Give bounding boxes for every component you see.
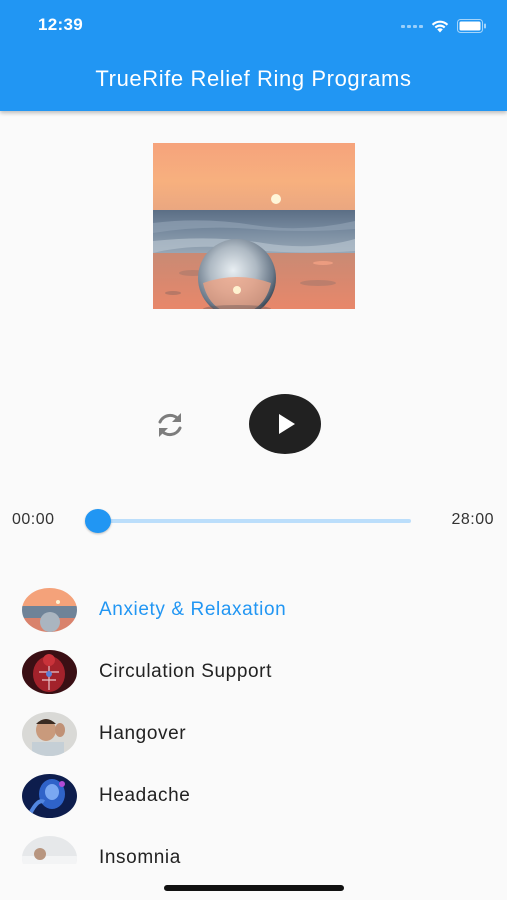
slider-track	[85, 519, 411, 523]
elapsed-time: 00:00	[12, 511, 55, 528]
total-time: 28:00	[451, 511, 494, 528]
list-item-insomnia[interactable]: Insomnia	[0, 826, 507, 864]
list-item-circulation[interactable]: Circulation Support	[0, 640, 507, 702]
slider-thumb[interactable]	[85, 509, 111, 533]
person-in-bed-thumbnail	[22, 836, 77, 864]
blue-head-pain-thumbnail	[22, 774, 77, 818]
wifi-icon	[431, 20, 449, 33]
list-item-label: Headache	[99, 785, 191, 806]
progress-slider[interactable]	[85, 508, 411, 534]
status-time: 12:39	[38, 15, 83, 34]
repeat-icon[interactable]	[150, 405, 190, 445]
sunset-crystal-ball-thumbnail	[22, 588, 77, 632]
list-item-label: Insomnia	[99, 847, 181, 864]
list-item-anxiety[interactable]: Anxiety & Relaxation	[0, 578, 507, 640]
play-button[interactable]	[249, 394, 321, 454]
list-item-label: Hangover	[99, 723, 187, 744]
red-circulation-body-thumbnail	[22, 650, 77, 694]
battery-icon	[457, 19, 487, 33]
program-list: Anxiety & Relaxation Circulation Support…	[0, 578, 507, 864]
list-item-label: Circulation Support	[99, 661, 272, 682]
status-icons	[401, 16, 487, 36]
man-holding-head-thumbnail	[22, 712, 77, 756]
player-controls	[0, 393, 507, 455]
page-title: TrueRife Relief Ring Programs	[95, 66, 412, 91]
list-item-hangover[interactable]: Hangover	[0, 702, 507, 764]
app-bar: 12:39 TrueRife Relief Ring Programs	[0, 0, 507, 111]
list-item-headache[interactable]: Headache	[0, 764, 507, 826]
cover-image	[153, 143, 355, 309]
play-icon	[279, 414, 295, 434]
list-item-label: Anxiety & Relaxation	[99, 599, 287, 620]
signal-icon	[401, 24, 423, 28]
home-indicator[interactable]	[164, 885, 344, 891]
